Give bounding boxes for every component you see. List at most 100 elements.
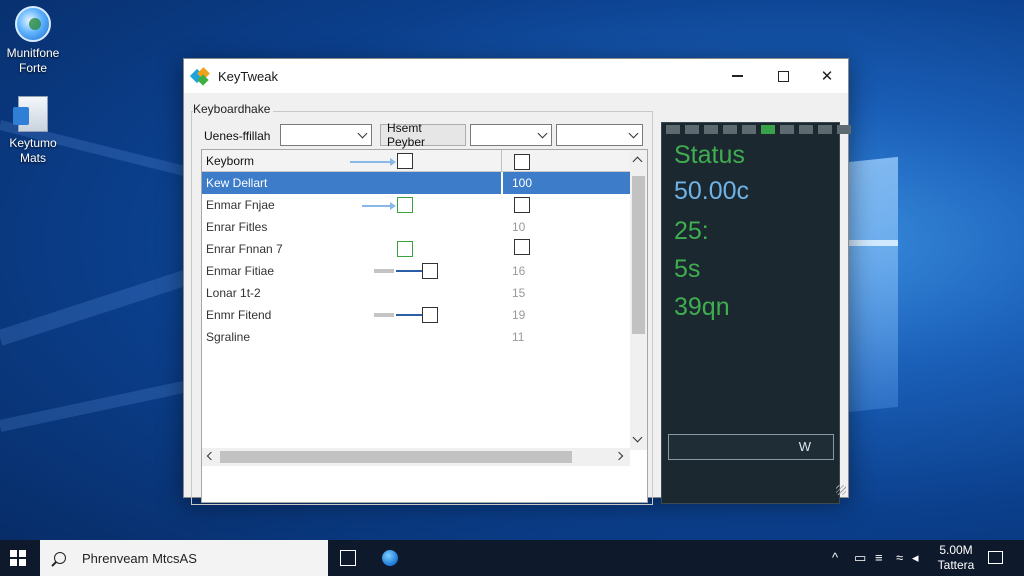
task-view-icon[interactable] xyxy=(340,550,356,566)
led-indicator xyxy=(723,125,737,134)
led-indicator xyxy=(780,125,794,134)
chevron-down-icon xyxy=(628,128,639,139)
chevron-down-icon xyxy=(357,128,368,139)
resize-grip-icon[interactable] xyxy=(836,485,846,495)
list-item-value: 16 xyxy=(512,264,526,278)
volume-icon[interactable]: ◂ xyxy=(912,550,919,566)
column-divider xyxy=(501,172,503,194)
window-body: Keyboardhake Uenes-ffillah Hsemt Peyber … xyxy=(184,93,851,505)
battery-icon[interactable]: ▭ xyxy=(854,550,866,566)
windows-logo-icon xyxy=(10,550,17,557)
list-item-name: Enmar Fitiae xyxy=(206,264,275,278)
taskbar: Phrenveam MtcsAS ^ ▭ ≡ ≈ ◂ 5.00M Tattera xyxy=(0,540,1024,576)
minimize-button[interactable] xyxy=(714,59,760,93)
chevron-down-icon xyxy=(537,128,548,139)
led-indicator-row xyxy=(666,125,851,134)
led-indicator xyxy=(837,125,851,134)
combo-box-1[interactable] xyxy=(280,124,372,146)
search-icon xyxy=(54,552,66,564)
horizontal-scrollbar[interactable] xyxy=(202,448,630,466)
network-icon[interactable]: ≡ xyxy=(875,550,883,565)
list-item-name: Enrar Fnnan 7 xyxy=(206,242,283,256)
start-button[interactable] xyxy=(10,550,26,566)
header-separator xyxy=(501,150,502,172)
desktop-icon-label: Munitfone Forte xyxy=(6,46,60,75)
combo-box-2[interactable] xyxy=(470,124,552,146)
list-item-name: Enrar Fitles xyxy=(206,220,268,234)
maximize-icon xyxy=(777,70,789,82)
led-indicator xyxy=(704,125,718,134)
minimize-icon xyxy=(731,75,743,77)
row-checkbox-1[interactable] xyxy=(422,263,438,279)
row-checkbox-1[interactable] xyxy=(397,241,413,257)
status-action-button[interactable]: W xyxy=(668,434,834,460)
list-header: Keyborm xyxy=(202,150,630,172)
key-list-view[interactable]: Keyborm Kew Dellart 100 Enmar Fnjae Enra… xyxy=(201,149,648,503)
status-value-1: 50.00c xyxy=(674,177,750,205)
search-text: Phrenveam MtcsAS xyxy=(82,550,197,566)
led-indicator xyxy=(666,125,680,134)
status-value-2: 25: xyxy=(674,217,709,245)
document-icon xyxy=(13,96,48,132)
window-title: KeyTweak xyxy=(218,68,278,84)
list-item-value: 19 xyxy=(512,308,526,322)
led-indicator xyxy=(799,125,813,134)
list-item-value: 15 xyxy=(512,286,526,300)
header-checkbox-1[interactable] xyxy=(397,153,413,169)
close-icon: ✕ xyxy=(820,68,834,85)
taskbar-search-box[interactable]: Phrenveam MtcsAS xyxy=(40,540,328,576)
list-item-name: Kew Dellart xyxy=(206,176,268,190)
chevron-up-icon[interactable] xyxy=(632,156,643,167)
list-item-name: Enmr Fitend xyxy=(206,308,272,322)
app-logo-icon xyxy=(189,67,210,86)
group-label: Keyboardhake xyxy=(193,102,274,116)
status-panel: Status 50.00c 25: 5s 39qn W xyxy=(661,122,851,504)
combo-box-3[interactable] xyxy=(556,124,643,146)
list-item-name: Lonar 1t-2 xyxy=(206,286,261,300)
list-item[interactable]: Enmar Fitiae 16 xyxy=(202,260,630,282)
row-checkbox-2[interactable] xyxy=(514,239,530,255)
arrow-line-icon xyxy=(362,202,396,209)
desktop-icon-label: Keytumo Mats xyxy=(9,136,57,165)
list-item-value: 11 xyxy=(512,330,525,344)
list-item-name: Enmar Fnjae xyxy=(206,198,275,212)
list-item[interactable]: Sgraline 11 xyxy=(202,326,630,348)
title-bar[interactable]: KeyTweak ✕ xyxy=(184,59,848,93)
slider-track-icon xyxy=(374,313,394,317)
list-item[interactable]: Enmar Fnjae xyxy=(202,194,630,216)
vertical-scroll-thumb[interactable] xyxy=(632,176,645,334)
chevron-right-icon[interactable] xyxy=(614,451,624,461)
taskbar-clock[interactable]: 5.00M Tattera xyxy=(928,543,984,573)
status-title: Status xyxy=(674,141,745,169)
hsemt-peyber-button[interactable]: Hsemt Peyber xyxy=(380,121,466,149)
desktop-icon-munitfone[interactable]: Munitfone Forte xyxy=(0,6,66,76)
horizontal-scroll-thumb[interactable] xyxy=(220,451,572,463)
desktop-icon-keytumo[interactable]: Keytumo Mats xyxy=(0,96,66,166)
header-column-keyborm[interactable]: Keyborm xyxy=(206,154,254,168)
vertical-scrollbar[interactable] xyxy=(630,150,647,450)
row-checkbox-2[interactable] xyxy=(514,197,530,213)
status-value-3: 5s xyxy=(674,255,701,283)
close-button[interactable]: ✕ xyxy=(804,59,850,93)
list-item[interactable]: Enmr Fitend 19 xyxy=(202,304,630,326)
list-item[interactable]: Kew Dellart 100 xyxy=(202,172,630,194)
status-value-4: 39qn xyxy=(674,293,730,321)
globe-icon xyxy=(15,6,51,42)
maximize-button[interactable] xyxy=(760,59,806,93)
keytweak-window: KeyTweak ✕ Keyboardhake Uenes-ffillah Hs… xyxy=(183,58,851,505)
list-item[interactable]: Enrar Fitles 10 xyxy=(202,216,630,238)
header-checkbox-2[interactable] xyxy=(514,154,530,170)
wifi-icon[interactable]: ≈ xyxy=(896,550,903,565)
list-item-value: 10 xyxy=(512,220,526,234)
chevron-up-icon[interactable]: ^ xyxy=(832,550,838,565)
slider-line-icon xyxy=(396,314,422,316)
row-checkbox-1[interactable] xyxy=(397,197,413,213)
chevron-left-icon[interactable] xyxy=(206,451,216,461)
slider-line-icon xyxy=(396,270,422,272)
list-item[interactable]: Lonar 1t-2 15 xyxy=(202,282,630,304)
edge-browser-icon[interactable] xyxy=(382,550,398,566)
notification-icon[interactable] xyxy=(988,551,1003,564)
list-item[interactable]: Enrar Fnnan 7 xyxy=(202,238,630,260)
led-indicator xyxy=(685,125,699,134)
row-checkbox-1[interactable] xyxy=(422,307,438,323)
